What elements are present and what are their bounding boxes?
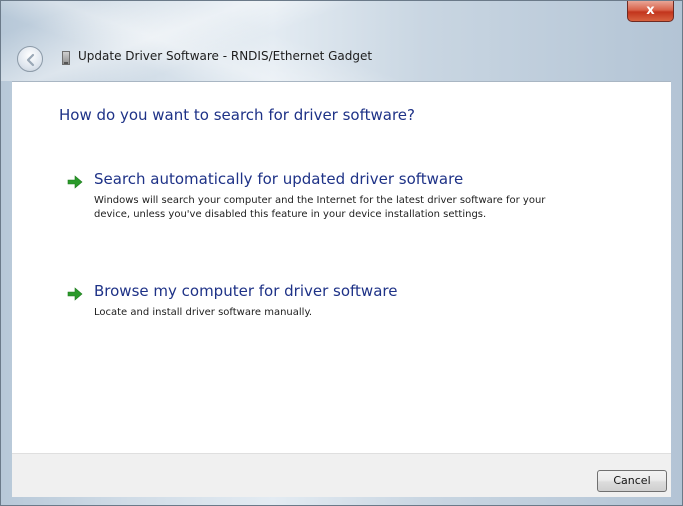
window-title: Update Driver Software - RNDIS/Ethernet … bbox=[78, 49, 373, 63]
update-driver-window: x Update Driver Software - RNDIS/Etherne… bbox=[0, 0, 683, 506]
close-button[interactable]: x bbox=[627, 1, 674, 22]
green-arrow-icon bbox=[67, 287, 83, 301]
cancel-button[interactable]: Cancel bbox=[597, 470, 667, 492]
option-title[interactable]: Browse my computer for driver software bbox=[94, 282, 397, 300]
option-browse-computer[interactable]: Browse my computer for driver software L… bbox=[12, 282, 671, 352]
option-description: Locate and install driver software manua… bbox=[94, 307, 313, 318]
back-arrow-icon bbox=[26, 53, 35, 67]
option-description: Windows will search your computer and th… bbox=[94, 195, 546, 220]
content-panel: How do you want to search for driver sof… bbox=[12, 81, 671, 454]
option-search-automatically[interactable]: Search automatically for updated driver … bbox=[12, 170, 671, 240]
device-icon bbox=[62, 51, 70, 65]
title-bar[interactable]: x Update Driver Software - RNDIS/Etherne… bbox=[1, 1, 683, 81]
option-title[interactable]: Search automatically for updated driver … bbox=[94, 170, 463, 188]
glass-background bbox=[1, 1, 683, 81]
green-arrow-icon bbox=[67, 175, 83, 189]
page-heading: How do you want to search for driver sof… bbox=[59, 106, 415, 124]
footer-bar: Cancel bbox=[12, 453, 671, 497]
back-button[interactable] bbox=[17, 46, 43, 72]
